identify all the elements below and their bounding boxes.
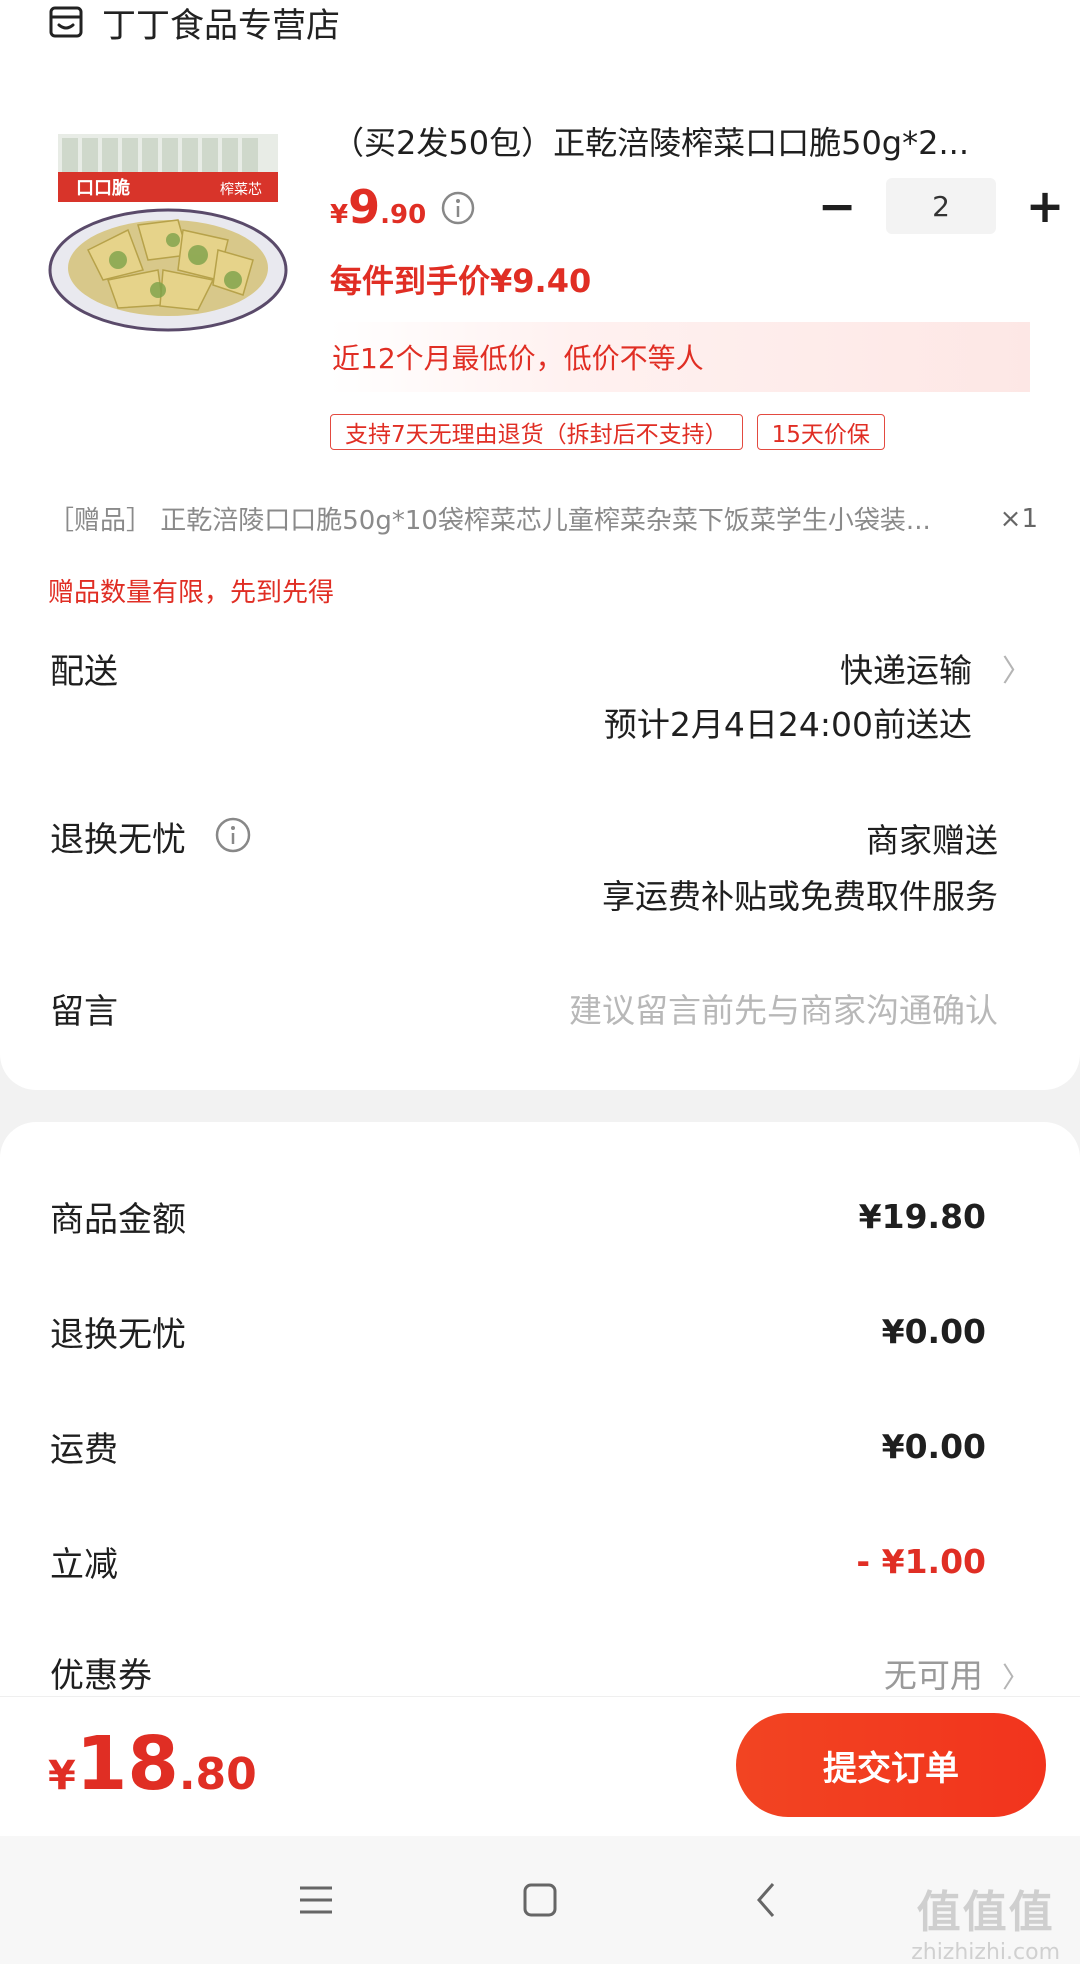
service-badges: 支持7天无理由退货（拆封后不支持） 15天价保 [330,414,899,450]
returns-label: 退换无忧 [50,820,186,860]
total-price: ¥ 18 .80 [48,1721,257,1807]
return-policy-badge: 支持7天无理由退货（拆封后不支持） [330,414,743,450]
fee-goods-label: 商品金额 [50,1200,186,1240]
total-currency: ¥ [48,1753,76,1799]
store-header[interactable]: 丁丁食品专营店 [48,0,340,46]
quantity-field[interactable]: 2 [886,178,996,234]
lowest-price-banner: 近12个月最低价，低价不等人 [330,322,1030,392]
coupon-label: 优惠券 [50,1656,152,1696]
message-input[interactable]: 建议留言前先与商家沟通确认 [569,984,998,1032]
price-decimal: .90 [380,200,427,230]
fee-discount-label: 立减 [50,1545,118,1585]
price-integer: 9 [348,180,381,234]
price-protect-badge: 15天价保 [756,414,885,450]
fee-discount-value: - ¥1.00 [856,1542,986,1581]
fee-row-coupon[interactable]: 优惠券 无可用 〉 [50,1648,1030,1697]
delivery-method[interactable]: 快递运输 [840,644,972,692]
system-nav-bar: 值值值 zhizhizhi.com [0,1836,1080,1964]
package-brand: 口口脆 [76,177,130,199]
order-confirm-page: 丁丁食品专营店 口口脆 榨菜芯 （买2发50包）正乾涪陵榨菜口口脆50g*2..… [0,0,1080,1964]
plus-button[interactable]: + [1020,179,1070,233]
unit-final-price: 每件到手价¥9.40 [330,262,592,300]
fee-returns-label: 退换无忧 [50,1315,186,1355]
menu-icon[interactable] [286,1870,346,1930]
watermark-logo: 值值值 [916,1887,1055,1938]
gift-limit-note: 赠品数量有限，先到先得 [48,578,335,608]
minus-button[interactable]: − [812,179,862,233]
coupon-value-group: 无可用 〉 [884,1649,1030,1697]
gift-quantity: ×1 [999,503,1038,534]
price-info-icon[interactable] [440,190,476,226]
fee-shipping-value: ¥0.00 [881,1427,986,1466]
home-icon[interactable] [510,1870,570,1930]
fee-row-shipping: 运费 ¥0.00 [50,1422,986,1471]
fee-returns-value: ¥0.00 [881,1312,986,1351]
gift-text: ［赠品］ 正乾涪陵口口脆50g*10袋榨菜芯儿童榨菜杂菜下饭菜学生小袋装... [48,506,931,536]
gift-row[interactable]: ［赠品］ 正乾涪陵口口脆50g*10袋榨菜芯儿童榨菜杂菜下饭菜学生小袋装... … [48,500,1038,537]
product-title[interactable]: （买2发50包）正乾涪陵榨菜口口脆50g*2... [332,118,1022,164]
price-currency: ¥ [330,200,349,230]
lowest-price-text: 近12个月最低价，低价不等人 [332,342,704,375]
total-decimal: .80 [178,1749,257,1800]
product-image-art: 口口脆 榨菜芯 [48,134,288,332]
coupon-value: 无可用 [883,1655,983,1695]
checkout-bar: ¥ 18 .80 提交订单 [0,1696,1080,1836]
fee-row-returns: 退换无忧 ¥0.00 [50,1307,986,1356]
chevron-right-icon[interactable]: 〉 [1002,646,1032,690]
total-integer: 18 [75,1721,179,1807]
quantity-stepper: − 2 + [812,178,1070,234]
back-icon[interactable] [736,1870,796,1930]
chevron-right-icon: 〉 [1001,1660,1030,1694]
fee-row-discount: 立减 - ¥1.00 [50,1537,986,1586]
product-price: ¥ 9 .90 [330,180,426,234]
package-sub: 榨菜芯 [220,181,262,198]
submit-order-button[interactable]: 提交订单 [736,1713,1046,1817]
store-name: 丁丁食品专营店 [102,5,340,46]
delivery-label: 配送 [50,652,118,692]
message-label: 留言 [50,992,118,1032]
delivery-eta: 预计2月4日24:00前送达 [603,705,972,744]
fee-goods-value: ¥19.80 [858,1197,986,1236]
returns-info-icon[interactable] [214,816,252,854]
fee-shipping-label: 运费 [50,1430,118,1470]
product-image[interactable]: 口口脆 榨菜芯 [48,130,298,335]
watermark-url: zhizhizhi.com [911,1940,1060,1964]
watermark: 值值值 zhizhizhi.com [911,1876,1060,1964]
returns-line1: 商家赠送 [866,821,998,860]
order-item-card: 丁丁食品专营店 口口脆 榨菜芯 （买2发50包）正乾涪陵榨菜口口脆50g*2..… [0,0,1080,1090]
store-icon [49,6,83,38]
fee-row-goods: 商品金额 ¥19.80 [50,1192,986,1241]
returns-line2: 享运费补贴或免费取件服务 [602,877,998,916]
